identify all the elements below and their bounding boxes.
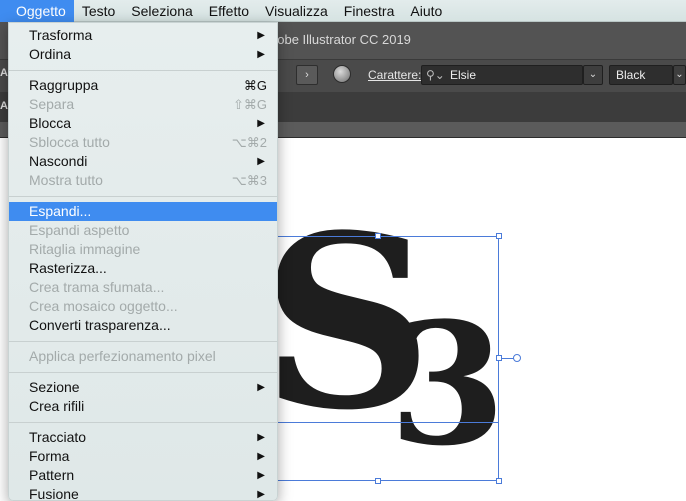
menu-item-label: Raggruppa xyxy=(29,77,99,93)
menu-item-label: Fusione xyxy=(29,486,79,501)
menu-item-label: Blocca xyxy=(29,115,72,131)
menu-item-label: Separa xyxy=(29,96,75,112)
menu-item-label: Tracciato xyxy=(29,429,87,445)
menu-separator xyxy=(9,196,277,197)
search-icon: ⚲⌄ xyxy=(426,68,445,82)
menu-testo[interactable]: Testo xyxy=(74,0,123,22)
globe-icon[interactable] xyxy=(333,65,351,83)
submenu-arrow-icon: ▶ xyxy=(257,30,265,41)
menu-item-mostra-tutto[interactable]: Mostra tutto ⌥⌘3 xyxy=(9,171,277,190)
menu-item-label: Crea trama sfumata... xyxy=(29,279,165,295)
menu-item-shortcut: ⌥⌘3 xyxy=(231,173,267,188)
menu-item-espandi-aspetto[interactable]: Espandi aspetto xyxy=(9,221,277,240)
menu-item-crea-rifili[interactable]: Crea rifili xyxy=(9,397,277,416)
menu-item-label: Crea rifili xyxy=(29,398,85,414)
edge-letter: A xyxy=(0,67,8,79)
resize-handle-top-right[interactable] xyxy=(496,233,502,239)
menu-item-pattern[interactable]: Pattern ▶ xyxy=(9,466,277,485)
menu-separator xyxy=(9,70,277,71)
font-family-field[interactable]: ⚲⌄ Elsie xyxy=(421,65,583,85)
menu-seleziona[interactable]: Seleziona xyxy=(123,0,201,22)
text-baseline xyxy=(272,422,499,423)
menu-item-blocca[interactable]: Blocca ▶ xyxy=(9,114,277,133)
submenu-arrow-icon: ▶ xyxy=(257,470,265,481)
menu-item-crea-mosaico-oggetto[interactable]: Crea mosaico oggetto... xyxy=(9,297,277,316)
menu-item-fusione[interactable]: Fusione ▶ xyxy=(9,485,277,501)
submenu-arrow-icon: ▶ xyxy=(257,49,265,60)
menu-item-converti-trasparenza[interactable]: Converti trasparenza... xyxy=(9,316,277,335)
font-style-value: Black xyxy=(616,68,646,82)
menu-item-sezione[interactable]: Sezione ▶ xyxy=(9,378,277,397)
resize-handle-bottom[interactable] xyxy=(375,478,381,484)
menu-separator xyxy=(9,341,277,342)
menu-item-applica-perfezionamento-pixel[interactable]: Applica perfezionamento pixel xyxy=(9,347,277,366)
rotation-handle[interactable] xyxy=(513,354,521,362)
selection-bounding-box[interactable] xyxy=(272,236,499,481)
menu-item-espandi[interactable]: Espandi... xyxy=(9,202,277,221)
menu-bar: Oggetto Testo Seleziona Effetto Visualiz… xyxy=(0,0,686,22)
menu-item-sblocca-tutto[interactable]: Sblocca tutto ⌥⌘2 xyxy=(9,133,277,152)
menu-item-label: Espandi aspetto xyxy=(29,222,130,238)
menu-item-raggruppa[interactable]: Raggruppa ⌘G xyxy=(9,76,277,95)
menu-item-label: Ordina xyxy=(29,46,72,62)
oggetto-dropdown-menu: Trasforma ▶ Ordina ▶ Raggruppa ⌘G Separa… xyxy=(8,22,278,501)
menu-item-label: Ritaglia immagine xyxy=(29,241,141,257)
menu-item-rasterizza[interactable]: Rasterizza... xyxy=(9,259,277,278)
menu-item-label: Applica perfezionamento pixel xyxy=(29,348,216,364)
menu-item-label: Trasforma xyxy=(29,27,93,43)
character-label[interactable]: Carattere: xyxy=(368,68,421,82)
menu-item-label: Nascondi xyxy=(29,153,88,169)
menu-item-crea-trama-sfumata[interactable]: Crea trama sfumata... xyxy=(9,278,277,297)
app-title: dobe Illustrator CC 2019 xyxy=(270,32,411,47)
chevron-down-icon: ⌄ xyxy=(588,69,598,80)
menu-item-ordina[interactable]: Ordina ▶ xyxy=(9,45,277,64)
menu-item-label: Crea mosaico oggetto... xyxy=(29,298,178,314)
menu-finestra[interactable]: Finestra xyxy=(336,0,403,22)
resize-handle-bottom-right[interactable] xyxy=(496,478,502,484)
menu-item-forma[interactable]: Forma ▶ xyxy=(9,447,277,466)
font-style-dropdown-button[interactable]: ⌄ xyxy=(673,65,686,85)
chevron-down-icon: ⌄ xyxy=(675,69,684,80)
menu-item-shortcut: ⌘G xyxy=(243,78,267,93)
font-family-value: Elsie xyxy=(450,68,477,82)
menu-item-shortcut: ⇧⌘G xyxy=(232,97,267,112)
submenu-arrow-icon: ▶ xyxy=(257,451,265,462)
font-family-dropdown-button[interactable]: ⌄ xyxy=(583,65,603,85)
menu-item-label: Converti trasparenza... xyxy=(29,317,171,333)
menu-aiuto[interactable]: Aiuto xyxy=(402,0,450,22)
menu-oggetto[interactable]: Oggetto xyxy=(0,0,74,22)
menu-item-separa[interactable]: Separa ⇧⌘G xyxy=(9,95,277,114)
menu-item-label: Sezione xyxy=(29,379,80,395)
menu-item-label: Rasterizza... xyxy=(29,260,107,276)
resize-handle-top[interactable] xyxy=(375,233,381,239)
menu-item-tracciato[interactable]: Tracciato ▶ xyxy=(9,428,277,447)
submenu-arrow-icon: ▶ xyxy=(257,382,265,393)
edge-letter: A xyxy=(0,100,8,112)
menu-item-nascondi[interactable]: Nascondi ▶ xyxy=(9,152,277,171)
menu-visualizza[interactable]: Visualizza xyxy=(257,0,336,22)
submenu-arrow-icon: ▶ xyxy=(257,432,265,443)
menu-item-label: Pattern xyxy=(29,467,75,483)
menu-item-shortcut: ⌥⌘2 xyxy=(231,135,267,150)
menu-item-label: Espandi... xyxy=(29,203,92,219)
menu-item-trasforma[interactable]: Trasforma ▶ xyxy=(9,26,277,45)
menu-effetto[interactable]: Effetto xyxy=(201,0,257,22)
submenu-arrow-icon: ▶ xyxy=(257,118,265,129)
chevron-right-button[interactable]: › xyxy=(296,65,318,85)
submenu-arrow-icon: ▶ xyxy=(257,489,265,500)
menu-item-label: Mostra tutto xyxy=(29,172,103,188)
submenu-arrow-icon: ▶ xyxy=(257,156,265,167)
menu-item-label: Sblocca tutto xyxy=(29,134,110,150)
menu-item-label: Forma xyxy=(29,448,70,464)
font-style-field[interactable]: Black xyxy=(609,65,673,85)
menu-item-ritaglia-immagine[interactable]: Ritaglia immagine xyxy=(9,240,277,259)
menu-separator xyxy=(9,372,277,373)
menu-separator xyxy=(9,422,277,423)
chevron-right-icon: › xyxy=(305,69,309,81)
